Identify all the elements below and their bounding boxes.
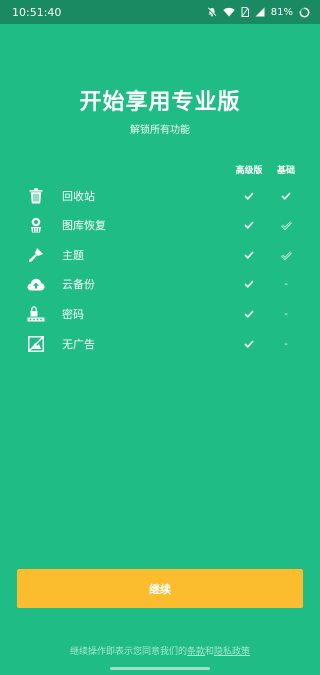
terms-link[interactable]: 条款 <box>187 647 205 657</box>
pro-check-icon <box>229 310 269 318</box>
feature-row-recycle-bin: 回收站 <box>0 181 320 211</box>
password-icon <box>26 304 46 324</box>
column-header-pro: 高级版 <box>235 166 263 176</box>
battery-icon <box>299 7 310 18</box>
feature-row-cloud-backup: 云备份 - <box>0 269 320 299</box>
feature-row-gallery-restore: 图库恢复 <box>0 210 320 240</box>
no-ads-icon <box>26 334 46 354</box>
battery-percent: 81% <box>270 6 293 18</box>
terms-prefix: 继续操作即表示您同意我们的 <box>69 647 187 657</box>
pro-check-icon <box>229 340 269 348</box>
feature-row-password: 密码 - <box>0 299 320 329</box>
feature-row-no-ads: 无广告 - <box>0 329 320 359</box>
gallery-restore-icon <box>26 215 46 235</box>
status-time: 10:51:40 <box>12 5 62 19</box>
feature-label: 图库恢复 <box>62 219 106 232</box>
pro-check-icon <box>229 221 269 229</box>
feature-label: 云备份 <box>62 278 95 291</box>
terms-conjunction: 和 <box>205 647 215 657</box>
terms-notice: 继续操作即表示您同意我们的条款和隐私政策 <box>0 644 320 657</box>
feature-label: 密码 <box>62 308 84 321</box>
status-bar: 10:51:40 81% <box>0 0 320 24</box>
basic-check-outline-icon <box>266 220 306 230</box>
basic-check-outline-icon <box>266 250 306 260</box>
brush-icon <box>26 245 46 265</box>
gesture-nav-bar[interactable] <box>110 667 210 670</box>
feature-label: 回收站 <box>62 190 95 203</box>
feature-row-theme: 主题 <box>0 240 320 270</box>
privacy-policy-link[interactable]: 隐私政策 <box>214 647 250 657</box>
wifi-icon <box>223 7 235 17</box>
basic-unavailable: - <box>284 338 288 350</box>
cloud-upload-icon <box>26 274 46 294</box>
status-icons: 81% <box>207 7 310 18</box>
pro-check-icon <box>229 280 269 288</box>
basic-unavailable: - <box>284 308 288 320</box>
basic-unavailable: - <box>284 278 288 290</box>
column-header-basic: 基础 <box>276 166 295 176</box>
page-title: 开始享用专业版 <box>79 90 241 115</box>
sim-icon <box>241 7 249 17</box>
feature-label: 主题 <box>62 249 84 262</box>
pro-check-icon <box>229 251 269 259</box>
basic-check-icon <box>266 192 306 200</box>
page-subtitle: 解锁所有功能 <box>130 125 190 136</box>
mute-icon <box>207 7 217 17</box>
continue-button[interactable]: 继续 <box>17 569 303 608</box>
signal-icon <box>255 7 265 17</box>
pro-check-icon <box>229 192 269 200</box>
feature-label: 无广告 <box>62 338 95 351</box>
trash-icon <box>26 186 46 206</box>
